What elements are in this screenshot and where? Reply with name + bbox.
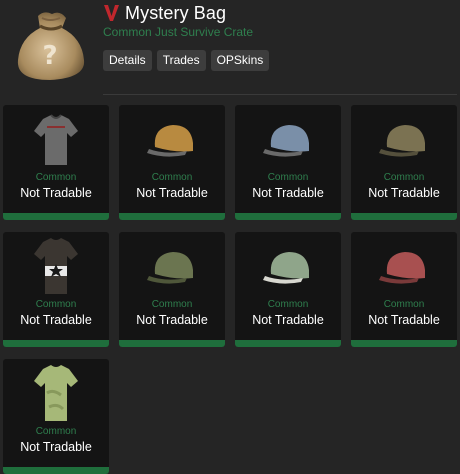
cap-icon [147, 252, 193, 284]
item-grid: Common Not Tradable Common Not Tradable … [0, 0, 460, 474]
item-rarity: Common [383, 299, 425, 310]
rarity-bar [235, 340, 341, 347]
rarity-bar [119, 340, 225, 347]
shirt-icon [34, 114, 78, 165]
rarity-bar [3, 340, 109, 347]
item-card[interactable]: Common Not Tradable [119, 105, 225, 220]
cap-icon [147, 125, 193, 157]
item-trade-status: Not Tradable [252, 186, 324, 200]
cap-icon [263, 252, 309, 284]
rarity-bar [351, 213, 457, 220]
item-rarity: Common [267, 172, 309, 183]
rarity-bar [3, 213, 109, 220]
item-card[interactable]: Common Not Tradable [3, 105, 109, 220]
cap-icon [379, 125, 425, 157]
rarity-bar [235, 213, 341, 220]
item-rarity: Common [35, 299, 77, 310]
shirt-icon [34, 238, 78, 294]
item-rarity: Common [151, 172, 193, 183]
cap-icon [263, 125, 309, 157]
item-rarity: Common [35, 426, 77, 437]
item-card[interactable]: Common Not Tradable [351, 105, 457, 220]
item-trade-status: Not Tradable [20, 313, 92, 327]
item-trade-status: Not Tradable [368, 313, 440, 327]
item-card[interactable]: Common Not Tradable [3, 232, 109, 347]
cap-icon [379, 252, 425, 284]
item-rarity: Common [383, 172, 425, 183]
item-rarity: Common [267, 299, 309, 310]
item-trade-status: Not Tradable [136, 313, 208, 327]
rarity-bar [119, 213, 225, 220]
item-card[interactable]: Common Not Tradable [3, 359, 109, 474]
shirt-icon [34, 365, 78, 421]
item-trade-status: Not Tradable [136, 186, 208, 200]
item-card[interactable]: Common Not Tradable [351, 232, 457, 347]
item-card[interactable]: Common Not Tradable [235, 105, 341, 220]
item-trade-status: Not Tradable [20, 186, 92, 200]
rarity-bar [351, 340, 457, 347]
item-card[interactable]: Common Not Tradable [119, 232, 225, 347]
item-rarity: Common [35, 172, 77, 183]
item-trade-status: Not Tradable [368, 186, 440, 200]
item-trade-status: Not Tradable [20, 440, 92, 454]
item-trade-status: Not Tradable [252, 313, 324, 327]
item-rarity: Common [151, 299, 193, 310]
item-card[interactable]: Common Not Tradable [235, 232, 341, 347]
